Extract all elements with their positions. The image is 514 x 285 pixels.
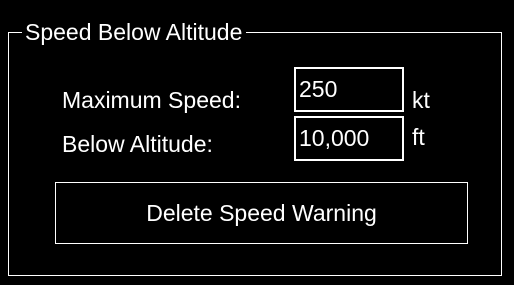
group-title: Speed Below Altitude: [22, 17, 247, 47]
maximum-speed-input[interactable]: [294, 67, 404, 112]
delete-speed-warning-button[interactable]: Delete Speed Warning: [55, 182, 468, 244]
below-altitude-input[interactable]: [294, 116, 404, 161]
below-altitude-label: Below Altitude:: [62, 131, 213, 157]
maximum-speed-label: Maximum Speed:: [62, 87, 241, 113]
maximum-speed-unit: kt: [412, 87, 430, 113]
below-altitude-unit: ft: [412, 124, 425, 150]
